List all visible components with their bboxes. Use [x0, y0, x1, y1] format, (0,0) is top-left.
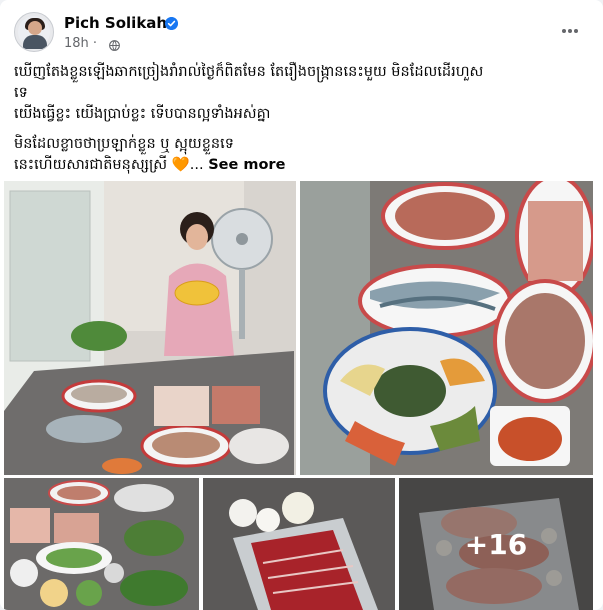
post-header: Pich Solikah 18h · [14, 12, 589, 56]
post-photo-1[interactable] [4, 181, 296, 475]
heart-icon: 🧡 [171, 157, 190, 173]
meta-separator: · [92, 36, 98, 51]
photo-1-image [4, 181, 296, 475]
post-photo-3[interactable] [4, 478, 199, 610]
see-more-link[interactable]: See more [208, 157, 285, 173]
post-time[interactable]: 18h [64, 36, 89, 51]
post-text-line: យើងធ្វើខ្លះ យើងប្រាប់ខ្លះ ទើបបានល្អទាំងអ… [14, 106, 271, 122]
post-text-line-last: នេះហើយសារជាតិមនុស្សស្រី 🧡... See more [14, 157, 286, 173]
post-photo-2[interactable] [300, 181, 593, 475]
post-meta: 18h · [64, 36, 97, 51]
more-options-icon[interactable] [557, 18, 583, 44]
verified-badge-icon [165, 17, 178, 30]
globe-icon[interactable] [109, 40, 120, 51]
post-text-line: ទេ [14, 85, 28, 101]
post-photo-5[interactable]: +16 [399, 478, 593, 610]
more-photos-overlay[interactable]: +16 [399, 478, 593, 610]
post-text-line: ឃើញតែងខ្លួនឡើងឆាកច្រៀងរាំរាល់ថ្ងៃក៏ពិតមែ… [14, 64, 484, 80]
author-name[interactable]: Pich Solikah [64, 14, 167, 32]
author-avatar[interactable] [14, 12, 54, 52]
post-text: ឃើញតែងខ្លួនឡើងឆាកច្រៀងរាំរាល់ថ្ងៃក៏ពិតមែ… [14, 62, 589, 176]
post-photo-4[interactable] [203, 478, 395, 610]
ellipsis: ... [189, 157, 204, 173]
photo-3-image [4, 478, 199, 610]
photo-2-image [300, 181, 593, 475]
photo-4-image [203, 478, 395, 610]
post-card: Pich Solikah 18h · ឃើញតែងខ្លួនឡើងឆាកច្រៀ… [0, 0, 603, 610]
post-text-line: មិនដែលខ្លាចថាប្រឡាក់ខ្លួន ឬ ស្អុយខ្លួនទេ [14, 136, 234, 152]
